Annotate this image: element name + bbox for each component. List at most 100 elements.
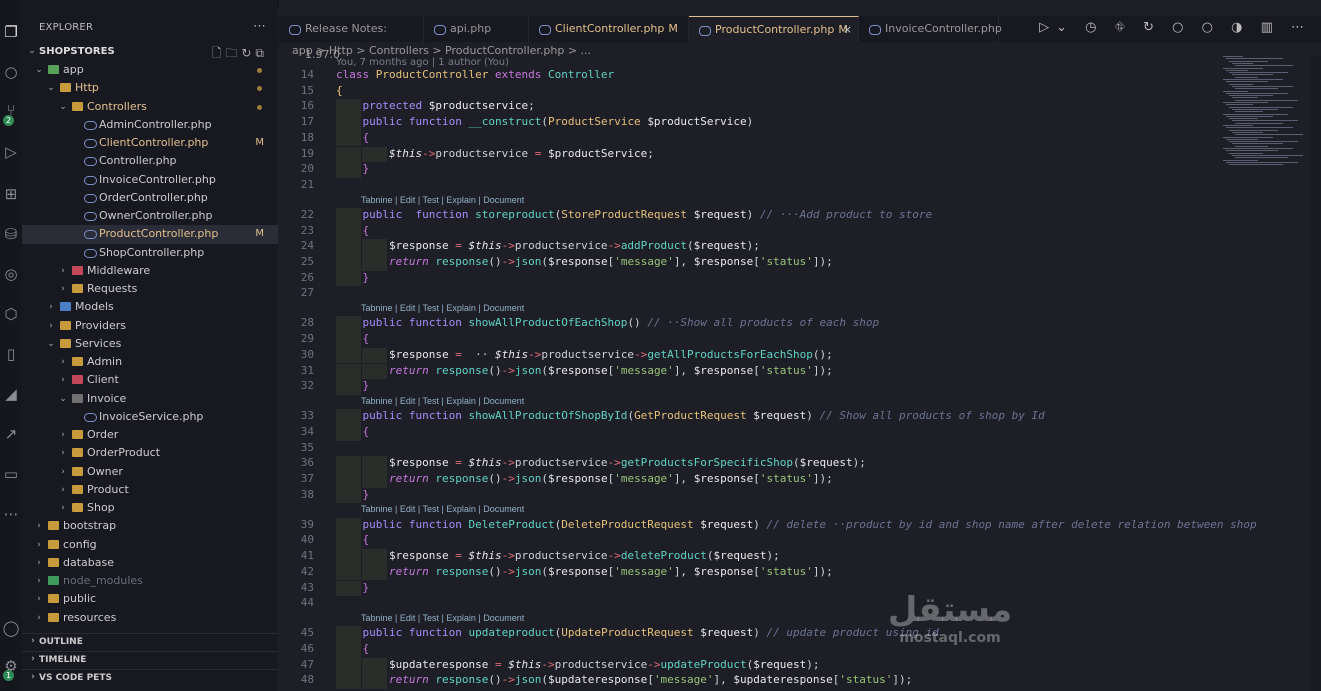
code-line[interactable]: {: [336, 131, 370, 144]
code-line[interactable]: public function showAllProductOfEachShop…: [336, 316, 880, 329]
editor-actions[interactable]: ▷⌄ ◷ ⛗ ↻ ○ ○ ◑ ▥ ⋯: [1039, 20, 1311, 35]
explorer-icon[interactable]: ❐: [1, 22, 21, 42]
code-line[interactable]: protected $productservice;: [336, 99, 535, 112]
tree-folder[interactable]: › Middleware: [22, 262, 278, 280]
code-line[interactable]: }: [336, 271, 370, 284]
tree-folder[interactable]: › Order: [22, 426, 278, 444]
file-icon[interactable]: ▯: [1, 344, 21, 364]
code-line[interactable]: {: [336, 425, 370, 438]
code-line[interactable]: return response()->json($response['messa…: [336, 472, 833, 485]
tree-file[interactable]: Controller.php: [22, 152, 278, 170]
tab-product-controller[interactable]: ProductController.php M ×: [689, 16, 859, 42]
code-line[interactable]: class ProductController extends Controll…: [336, 68, 614, 81]
tree-folder[interactable]: › config: [22, 536, 278, 554]
code-line[interactable]: $response = $this->productservice->addPr…: [336, 239, 760, 252]
vscode-pets-section[interactable]: › VS CODE PETS: [22, 669, 278, 688]
code-line[interactable]: $response = ·· $this->productservice->ge…: [336, 348, 833, 361]
code-line[interactable]: return response()->json($response['messa…: [336, 565, 833, 578]
tree-folder[interactable]: › database: [22, 554, 278, 572]
code-line[interactable]: public function showAllProductOfShopById…: [336, 409, 1045, 422]
extensions-icon[interactable]: ⊞: [1, 184, 21, 204]
tree-folder[interactable]: › Client: [22, 371, 278, 389]
tab-client-controller[interactable]: ClientController.php M: [529, 16, 689, 42]
live-share-icon[interactable]: ↗: [1, 424, 21, 444]
docker-icon[interactable]: ◎: [1, 264, 21, 284]
tree-file[interactable]: AdminController.php: [22, 116, 278, 134]
more-actions-icon[interactable]: ⋯: [253, 19, 266, 34]
code-line[interactable]: {: [336, 84, 343, 97]
tree-file[interactable]: InvoiceController.php: [22, 171, 278, 189]
tree-folder[interactable]: › bootstrap: [22, 517, 278, 535]
tab-invoice-controller[interactable]: InvoiceController.php: [859, 16, 1002, 42]
code-line[interactable]: public function DeleteProduct(DeleteProd…: [336, 518, 1257, 531]
code-line[interactable]: {: [336, 332, 370, 345]
tab-api-php[interactable]: api.php: [424, 16, 529, 42]
tree-file[interactable]: ShopController.php: [22, 244, 278, 262]
tree-folder[interactable]: ⌄ Services: [22, 335, 278, 353]
run-debug-icon[interactable]: ▷: [1, 142, 21, 162]
database-icon[interactable]: ⛁: [1, 224, 21, 244]
outline-section[interactable]: › OUTLINE: [22, 633, 278, 652]
line-number: 19: [300, 146, 314, 160]
tree-file[interactable]: OrderController.php: [22, 189, 278, 207]
tree-folder[interactable]: › Providers: [22, 317, 278, 335]
more-icon[interactable]: ⋯: [1, 504, 21, 524]
code-line[interactable]: public function storeproduct(StoreProduc…: [336, 208, 933, 221]
tree-folder[interactable]: › Owner: [22, 463, 278, 481]
tree-file[interactable]: ProductController.php M: [22, 225, 278, 244]
breadcrumb[interactable]: app > Http > Controllers > ProductContro…: [292, 44, 591, 57]
close-icon[interactable]: ×: [843, 17, 852, 43]
code-line[interactable]: return response()->json($updateresponse[…: [336, 673, 912, 686]
tree-folder[interactable]: › node_modules: [22, 572, 278, 590]
tree-file[interactable]: OwnerController.php: [22, 207, 278, 225]
tree-item-label: Client: [87, 373, 119, 387]
code-line[interactable]: {: [336, 642, 370, 655]
tabnine-codelens[interactable]: Tabnine | Edit | Test | Explain | Docume…: [361, 504, 524, 514]
tree-file[interactable]: InvoiceService.php: [22, 408, 278, 426]
tree-folder[interactable]: › Requests: [22, 280, 278, 298]
tree-folder[interactable]: › Models: [22, 298, 278, 316]
pets-icon[interactable]: ◢: [1, 384, 21, 404]
tree-folder[interactable]: ⌄ app: [22, 61, 278, 79]
tree-folder[interactable]: ⌄ Invoice: [22, 390, 278, 408]
minimap-line: [1232, 131, 1263, 133]
tabnine-codelens[interactable]: Tabnine | Edit | Test | Explain | Docume…: [361, 396, 524, 406]
tabnine-codelens[interactable]: Tabnine | Edit | Test | Explain | Docume…: [361, 613, 524, 623]
code-line[interactable]: $response = $this->productservice->getPr…: [336, 456, 866, 469]
tree-folder[interactable]: ⌄ Controllers: [22, 98, 278, 116]
tree-folder[interactable]: › Admin: [22, 353, 278, 371]
tabnine-codelens[interactable]: Tabnine | Edit | Test | Explain | Docume…: [361, 303, 524, 313]
timeline-section[interactable]: › TIMELINE: [22, 651, 278, 670]
minimap[interactable]: [1219, 56, 1309, 176]
project-header[interactable]: ⌄ SHOPSTORES 🗋🗀↻⧉: [22, 43, 278, 61]
tab-release-notes[interactable]: Release Notes: 1.97.0: [279, 16, 424, 61]
tree-folder[interactable]: ⌄ Http: [22, 79, 278, 97]
code-line[interactable]: return response()->json($response['messa…: [336, 364, 833, 377]
code-line[interactable]: public function __construct(ProductServi…: [336, 115, 754, 128]
code-line[interactable]: }: [336, 488, 370, 501]
code-line[interactable]: $updateresponse = $this->productservice-…: [336, 658, 820, 671]
account-icon[interactable]: ◯: [1, 618, 21, 638]
bookmark-icon[interactable]: ▭: [1, 464, 21, 484]
code-line[interactable]: return response()->json($response['messa…: [336, 255, 833, 268]
code-line[interactable]: $this->productservice = $productService;: [336, 147, 654, 160]
code-line[interactable]: }: [336, 581, 370, 594]
code-line[interactable]: }: [336, 162, 370, 175]
code-line[interactable]: {: [336, 224, 370, 237]
code-line[interactable]: {: [336, 533, 370, 546]
tree-folder[interactable]: › resources: [22, 609, 278, 627]
tree-folder[interactable]: › Product: [22, 481, 278, 499]
minimap-line: [1226, 81, 1268, 83]
vertical-scrollbar[interactable]: [1309, 56, 1321, 691]
tree-folder[interactable]: › OrderProduct: [22, 444, 278, 462]
code-line[interactable]: $response = $this->productservice->delet…: [336, 549, 780, 562]
tabnine-codelens[interactable]: Tabnine | Edit | Test | Explain | Docume…: [361, 195, 524, 205]
search-icon[interactable]: ○: [1, 62, 21, 82]
code-line[interactable]: public function updateproduct(UpdateProd…: [336, 626, 939, 639]
chevron-right-icon: ›: [61, 265, 65, 276]
tree-folder[interactable]: › Shop: [22, 499, 278, 517]
code-line[interactable]: }: [336, 379, 370, 392]
tree-file[interactable]: ClientController.php M: [22, 134, 278, 152]
tree-folder[interactable]: › public: [22, 590, 278, 608]
package-icon[interactable]: ⬡: [1, 304, 21, 324]
